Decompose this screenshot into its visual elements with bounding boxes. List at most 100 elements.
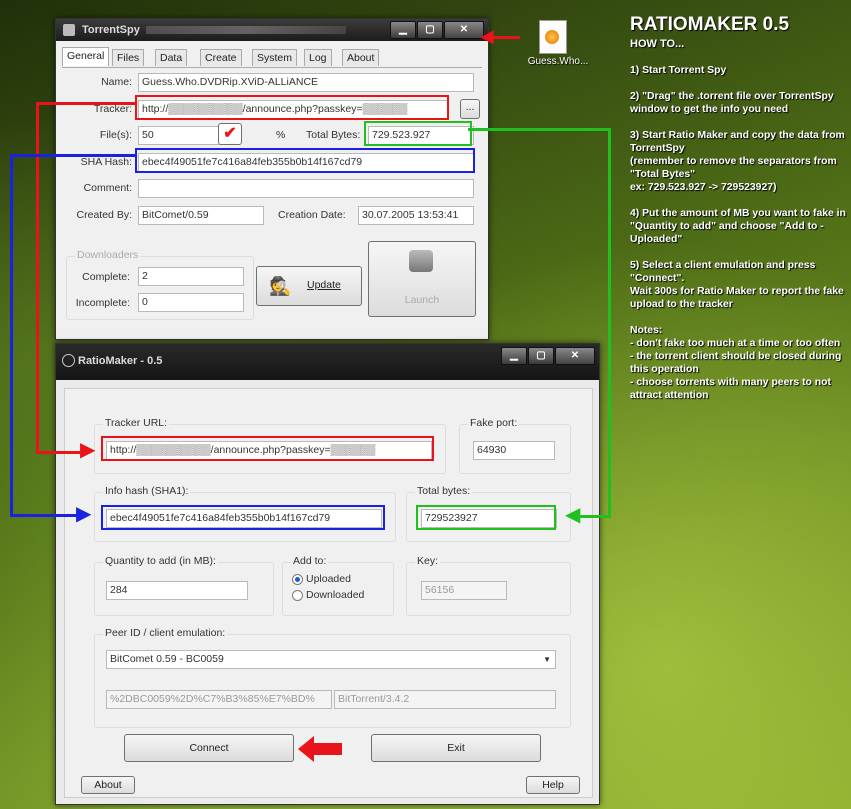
files-check-button[interactable]: ✔: [218, 123, 242, 145]
sha-highlight: [135, 148, 475, 173]
client-emulation-select[interactable]: BitComet 0.59 - BC0059 ▼: [106, 650, 556, 669]
help-button[interactable]: Help: [526, 776, 580, 794]
complete-field[interactable]: 2: [138, 267, 244, 286]
tab-data[interactable]: Data: [155, 49, 188, 66]
uploaded-label: Uploaded: [306, 573, 351, 585]
howto-subtitle: HOW TO...: [630, 38, 685, 50]
created-by-label: Created By:: [76, 209, 132, 221]
files-label: File(s):: [99, 129, 132, 141]
howto-notes: Notes: - don't fake too much at a time o…: [630, 325, 842, 401]
minimize-button[interactable]: ▁: [501, 347, 527, 365]
creation-date-label: Creation Date:: [278, 209, 346, 221]
spy-icon: 🕵: [269, 276, 292, 296]
howto-step: 3) Start Ratio Maker and copy the data f…: [630, 130, 845, 193]
browse-button[interactable]: ...: [460, 99, 480, 119]
howto-step: 5) Select a client emulation and press "…: [630, 260, 844, 310]
comment-field[interactable]: [138, 179, 474, 198]
fake-port-label: Fake port:: [468, 417, 520, 429]
launch-label: Launch: [404, 294, 440, 306]
tab-log[interactable]: Log: [304, 49, 332, 66]
red-connector: [36, 451, 86, 454]
connect-pointer-arrow: [298, 736, 342, 762]
name-label: Name:: [101, 76, 132, 88]
maximize-button[interactable]: ▢: [417, 21, 443, 39]
title-blur: [146, 26, 346, 34]
comment-label: Comment:: [83, 182, 132, 194]
total-bytes-highlight: [364, 121, 472, 146]
torrentspy-titlebar[interactable]: TorrentSpy ▁ ▢ ✕: [56, 19, 488, 41]
ratiomaker-total-bytes-highlight: [416, 505, 556, 530]
window-title: RatioMaker - 0.5: [78, 355, 163, 367]
checkmark-icon: ✔: [223, 125, 237, 142]
client-emulation-value: BitComet 0.59 - BC0059: [110, 653, 224, 665]
install-icon: [409, 250, 433, 272]
tab-about[interactable]: About: [342, 49, 380, 66]
howto-step: 1) Start Torrent Spy: [630, 65, 727, 76]
quantity-field[interactable]: 284: [106, 581, 248, 600]
close-button[interactable]: ✕: [555, 347, 595, 365]
sha-label: SHA Hash:: [80, 156, 132, 168]
update-button[interactable]: 🕵 Update: [256, 266, 362, 306]
tab-create[interactable]: Create: [200, 49, 242, 66]
downloaders-label: Downloaders: [75, 249, 141, 261]
key-label: Key:: [415, 555, 441, 567]
window-title: TorrentSpy: [82, 24, 140, 36]
dropdown-arrow-icon: ▼: [543, 655, 551, 664]
red-connector: [36, 102, 137, 105]
info-hash-label: Info hash (SHA1):: [103, 485, 191, 497]
howto-step: 4) Put the amount of MB you want to fake…: [630, 208, 846, 245]
file-icon-label: Guess.Who...: [527, 56, 589, 67]
arrow-right-icon: ▶: [76, 503, 92, 525]
tab-system[interactable]: System: [252, 49, 298, 66]
tracker-url-highlight: [101, 436, 434, 461]
blue-connector: [10, 154, 137, 157]
exit-button[interactable]: Exit: [371, 734, 541, 762]
maximize-button[interactable]: ▢: [528, 347, 554, 365]
torrent-file-icon[interactable]: Guess.Who...: [525, 20, 588, 80]
connect-button[interactable]: Connect: [124, 734, 294, 762]
howto-title: RATIOMAKER 0.5: [630, 14, 790, 35]
minimize-button[interactable]: ▁: [390, 21, 416, 39]
tab-strip: General Files Data Create System Log Abo…: [62, 47, 482, 68]
key-field[interactable]: 56156: [421, 581, 507, 600]
app-icon: [63, 24, 75, 36]
percent-label: %: [276, 129, 286, 141]
incomplete-field[interactable]: 0: [138, 293, 244, 312]
downloaded-radio[interactable]: Downloaded: [292, 589, 364, 601]
radio-selected-icon: [292, 573, 303, 585]
about-button[interactable]: About: [81, 776, 135, 794]
total-bytes-label: Total Bytes:: [306, 129, 361, 141]
tab-general[interactable]: General: [62, 47, 110, 66]
green-connector: [468, 128, 611, 131]
user-agent-field[interactable]: BitTorrent/3.4.2: [334, 690, 556, 709]
launch-button[interactable]: Launch: [368, 241, 476, 317]
howto-step: 2) "Drag" the .torrent file over Torrent…: [630, 91, 834, 115]
green-connector: [608, 128, 611, 518]
downloaded-label: Downloaded: [306, 589, 365, 601]
ratiomaker-titlebar[interactable]: RatioMaker - 0.5 ▁ ▢ ✕: [56, 344, 599, 380]
red-connector: [490, 36, 520, 39]
peer-id-field[interactable]: %2DBC0059%2D%C7%B3%85%E7%BD%: [106, 690, 332, 709]
add-to-label: Add to:: [291, 555, 329, 567]
peer-id-label: Peer ID / client emulation:: [103, 627, 228, 639]
peer-id-group: Peer ID / client emulation:: [94, 627, 571, 728]
tab-files[interactable]: Files: [112, 49, 145, 66]
close-button[interactable]: ✕: [444, 21, 484, 39]
file-icon: [539, 20, 567, 54]
green-connector: [575, 515, 611, 518]
arrow-right-icon: ▶: [80, 439, 96, 461]
files-field[interactable]: 50: [138, 126, 226, 145]
tracker-highlight: [135, 95, 449, 120]
fake-port-field[interactable]: 64930: [473, 441, 555, 460]
creation-date-field[interactable]: 30.07.2005 13:53:41: [358, 206, 474, 225]
blue-connector: [10, 154, 13, 516]
uploaded-radio[interactable]: Uploaded: [292, 573, 351, 585]
radio-unselected-icon: [292, 589, 303, 601]
blue-connector: [10, 514, 82, 517]
app-icon: [62, 354, 75, 367]
created-by-field[interactable]: BitComet/0.59: [138, 206, 264, 225]
complete-label: Complete:: [82, 271, 130, 283]
info-hash-highlight: [101, 505, 385, 530]
torrentspy-window: TorrentSpy ▁ ▢ ✕ General Files Data Crea…: [55, 18, 489, 340]
name-field[interactable]: Guess.Who.DVDRip.XViD-ALLiANCE: [138, 73, 474, 92]
